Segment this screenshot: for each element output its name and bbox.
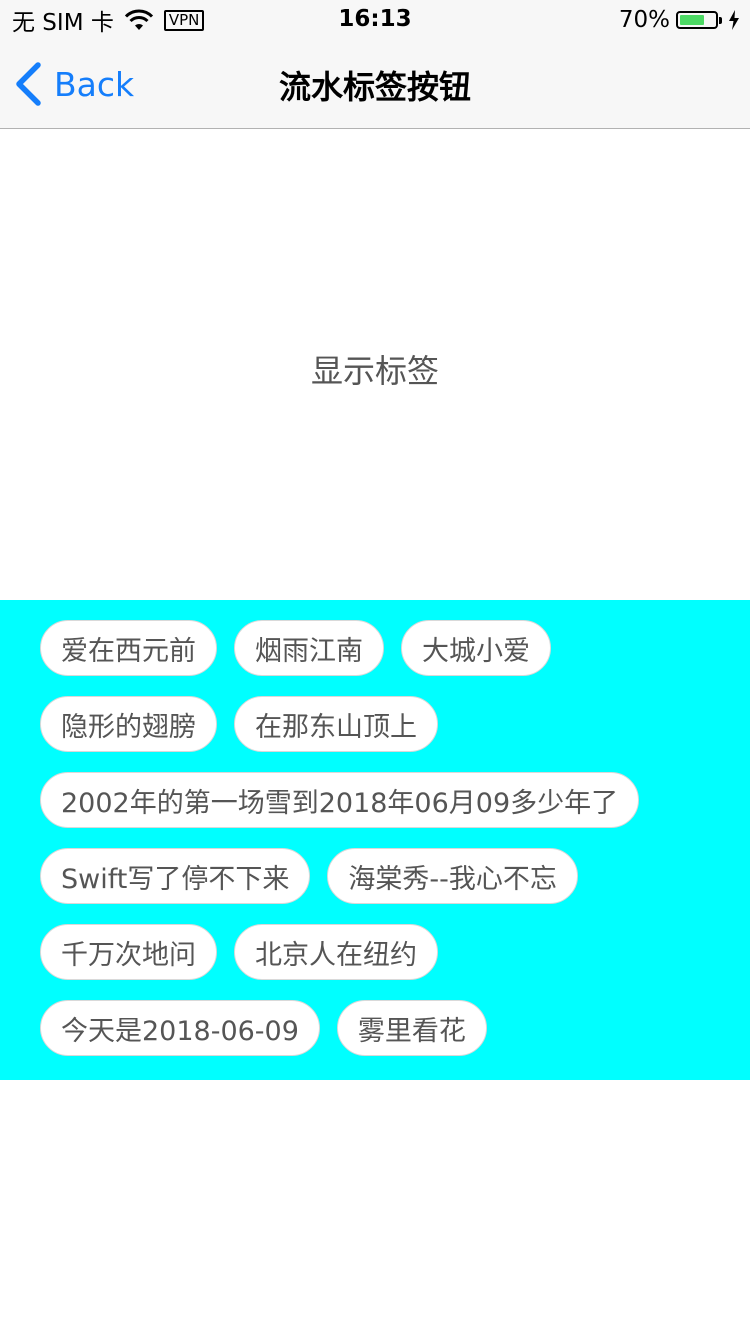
battery-icon (676, 11, 718, 29)
battery-fill (680, 15, 704, 25)
tag-row: 爱在西元前 烟雨江南 大城小爱 (40, 620, 568, 676)
display-tag-label: 显示标签 (310, 352, 439, 390)
tag-row: Swift写了停不下来 海棠秀--我心不忘 (40, 848, 595, 904)
tag-button[interactable]: 北京人在纽约 (234, 924, 438, 980)
tag-button[interactable]: 隐形的翅膀 (40, 696, 217, 752)
tag-row: 千万次地问 北京人在纽约 (40, 924, 455, 980)
tag-row: 今天是2018-06-09 雾里看花 (40, 1000, 504, 1056)
tag-button[interactable]: 千万次地问 (40, 924, 217, 980)
status-bar: 无 SIM 卡 VPN 16:13 70% (0, 0, 750, 40)
page-title: 流水标签按钮 (278, 68, 471, 106)
tag-row: 2002年的第一场雪到2018年06月09多少年了 (40, 772, 656, 828)
tag-button[interactable]: 今天是2018-06-09 (40, 1000, 320, 1056)
charging-bolt-icon (729, 10, 739, 30)
tag-button[interactable]: 大城小爱 (401, 620, 551, 676)
status-right: 70% (619, 6, 740, 34)
tag-row: 隐形的翅膀 在那东山顶上 (40, 696, 455, 752)
tag-button[interactable]: 海棠秀--我心不忘 (327, 848, 578, 904)
battery-tip (719, 16, 722, 24)
tag-button[interactable]: 烟雨江南 (234, 620, 384, 676)
tag-button[interactable]: 雾里看花 (336, 1000, 487, 1056)
tag-button[interactable]: 2002年的第一场雪到2018年06月09多少年了 (40, 772, 640, 828)
tag-flow-container: 爱在西元前 烟雨江南 大城小爱 隐形的翅膀 在那东山顶上 2002年的第一场雪到2018年… (0, 600, 750, 1080)
tag-button[interactable]: 在那东山顶上 (234, 696, 438, 752)
tag-button[interactable]: Swift写了停不下来 (40, 848, 311, 904)
navigation-bar: Back 流水标签按钮 (0, 40, 750, 129)
tag-button[interactable]: 爱在西元前 (40, 620, 217, 676)
battery-percent: 70% (618, 7, 670, 33)
